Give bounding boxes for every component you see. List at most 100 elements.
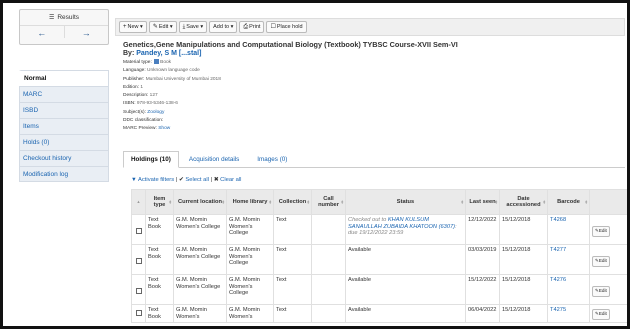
results-header[interactable]: ☰ Results: [20, 10, 108, 21]
collection-cell: Text: [273, 304, 312, 323]
column-header-date-accessioned[interactable]: Date accessioned ⇕: [499, 189, 548, 215]
record-tabs: Holdings (10) Acquisition details Images…: [123, 151, 625, 168]
call-number-cell: [311, 214, 346, 245]
ddc-row: DDC classification:: [123, 118, 164, 124]
barcode-link[interactable]: T4277: [550, 247, 566, 253]
app-frame: ☰ Results ← → Normal MARC ISBD Items Hold…: [0, 0, 630, 329]
column-header-barcode[interactable]: Barcode ⇕: [547, 189, 590, 215]
add-to-button[interactable]: Add to ▾: [209, 21, 238, 33]
current-location-cell: G.M. Momin Women's: [173, 304, 227, 323]
menu-item-checkout-history[interactable]: Checkout history: [19, 150, 109, 166]
home-library-cell: G.M. Momin Women's College: [226, 274, 274, 305]
sort-icon: ▲: [136, 199, 141, 204]
record-details: Genetics,Gene Manipulations and Computat…: [123, 40, 623, 134]
record-author-line: By: Pandey, S M [...stal]: [123, 50, 623, 57]
tab-holdings[interactable]: Holdings (10): [123, 151, 179, 168]
table-row: Text Book G.M. Momin Women's College G.M…: [131, 274, 627, 305]
book-icon: [154, 59, 160, 65]
download-icon: ⤓: [182, 24, 186, 30]
actions-column-header: [589, 189, 627, 215]
clear-all-link[interactable]: Clear all: [220, 177, 241, 183]
printer-icon: ⎙: [243, 24, 249, 30]
row-checkbox[interactable]: [136, 288, 142, 294]
record-title: Genetics,Gene Manipulations and Computat…: [123, 40, 458, 49]
author-link[interactable]: Pandey, S M [...stal]: [136, 50, 201, 57]
menu-item-normal[interactable]: Normal: [19, 70, 109, 86]
pencil-icon: ✎: [152, 24, 158, 30]
last-seen-cell: 15/12/2022: [465, 274, 500, 305]
tab-acquisition-details[interactable]: Acquisition details: [181, 151, 247, 168]
place-hold-button[interactable]: ☐Place hold: [266, 21, 307, 33]
sort-icon: ⇕: [221, 199, 225, 205]
edit-item-button[interactable]: ✎Edit: [592, 286, 610, 297]
current-location-cell: G.M. Momin Women's College: [173, 274, 227, 305]
subject-link[interactable]: Zoology: [147, 110, 164, 115]
table-row: Text Book G.M. Momin Women's College G.M…: [131, 214, 627, 245]
item-type-cell: Text Book: [145, 274, 174, 305]
status-cell: Checked out to KHAN KULSUM SANAULLAH ZUB…: [345, 214, 466, 245]
call-number-cell: [311, 274, 346, 305]
menu-item-holds[interactable]: Holds (0): [19, 134, 109, 150]
column-header-home-library[interactable]: Home library ⇕: [226, 189, 274, 215]
column-header-status[interactable]: Status ⇕: [345, 189, 466, 215]
menu-item-isbd[interactable]: ISBD: [19, 102, 109, 118]
current-location-cell: G.M. Momin Women's College: [173, 214, 227, 245]
collection-cell: Text: [273, 244, 312, 275]
save-button[interactable]: ⤓Save ▾: [178, 21, 208, 33]
sort-icon: ⇕: [584, 199, 588, 205]
call-number-cell: [311, 304, 346, 323]
column-header-current-location[interactable]: Current location ⇕: [173, 189, 227, 215]
item-type-cell: Text Book: [145, 304, 174, 323]
collection-cell: Text: [273, 274, 312, 305]
select-column-header[interactable]: ▲: [131, 189, 146, 215]
description-row: Description: 127: [123, 93, 158, 99]
edit-button[interactable]: ✎Edit ▾: [148, 21, 177, 33]
last-seen-cell: 12/12/2022: [465, 214, 500, 245]
edit-item-button[interactable]: ✎Edit: [592, 256, 610, 267]
print-button[interactable]: ⎙Print: [239, 21, 265, 33]
row-checkbox[interactable]: [136, 258, 142, 264]
collection-cell: Text: [273, 214, 312, 245]
barcode-link[interactable]: T4268: [550, 217, 566, 223]
previous-result-arrow-icon[interactable]: ←: [20, 25, 65, 38]
tab-images[interactable]: Images (0): [249, 151, 295, 168]
activate-filters-link[interactable]: Activate filters: [138, 177, 174, 183]
close-icon: ✖: [213, 177, 219, 183]
marc-preview-show-link[interactable]: Show: [158, 126, 170, 131]
status-cell: Available: [345, 244, 466, 275]
column-header-last-seen[interactable]: Last seen ⇕: [465, 189, 500, 215]
results-box: ☰ Results ← →: [19, 9, 109, 45]
results-label: Results: [57, 14, 80, 21]
barcode-link[interactable]: T4275: [550, 307, 566, 313]
item-type-cell: Text Book: [145, 214, 174, 245]
barcode-link[interactable]: T4276: [550, 277, 566, 283]
next-result-arrow-icon[interactable]: →: [64, 25, 108, 38]
date-accessioned-cell: 15/12/2018: [499, 214, 548, 245]
new-button[interactable]: +New ▾: [119, 21, 147, 33]
record-view-menu: Normal MARC ISBD Items Holds (0) Checkou…: [19, 70, 109, 182]
column-header-item-type[interactable]: Item type ⇕: [145, 189, 174, 215]
home-library-cell: G.M. Momin Women's College: [226, 214, 274, 245]
select-all-link[interactable]: Select all: [185, 177, 209, 183]
current-location-cell: G.M. Momin Women's College: [173, 244, 227, 275]
item-type-cell: Text Book: [145, 244, 174, 275]
marc-preview-row: MARC Preview: Show: [123, 126, 171, 132]
language-row: Language: Unknown language code: [123, 68, 200, 74]
holdings-header-row: ▲ Item type ⇕ Current location ⇕ Home libr…: [131, 189, 627, 215]
edition-row: Edition: 1: [123, 84, 144, 90]
last-seen-cell: 06/04/2022: [465, 304, 500, 323]
menu-item-modification-log[interactable]: Modification log: [19, 166, 109, 182]
column-header-call-number[interactable]: Call number ⇕: [311, 189, 346, 215]
row-checkbox[interactable]: [136, 228, 142, 234]
row-checkbox[interactable]: [136, 310, 142, 316]
sort-icon: ⇕: [268, 199, 272, 205]
column-header-collection[interactable]: Collection ⇕: [273, 189, 312, 215]
menu-item-marc[interactable]: MARC: [19, 86, 109, 102]
checkmark-icon: ✔: [178, 177, 184, 183]
edit-item-button[interactable]: ✎Edit: [592, 226, 610, 237]
sort-icon: ⇕: [340, 199, 344, 205]
edit-item-button[interactable]: ✎Edit: [592, 309, 610, 320]
menu-item-items[interactable]: Items: [19, 118, 109, 134]
holdings-filter-bar: ▼ Activate filters | ✔ Select all | ✖ Cl…: [131, 177, 242, 183]
last-seen-cell: 03/03/2019: [465, 244, 500, 275]
